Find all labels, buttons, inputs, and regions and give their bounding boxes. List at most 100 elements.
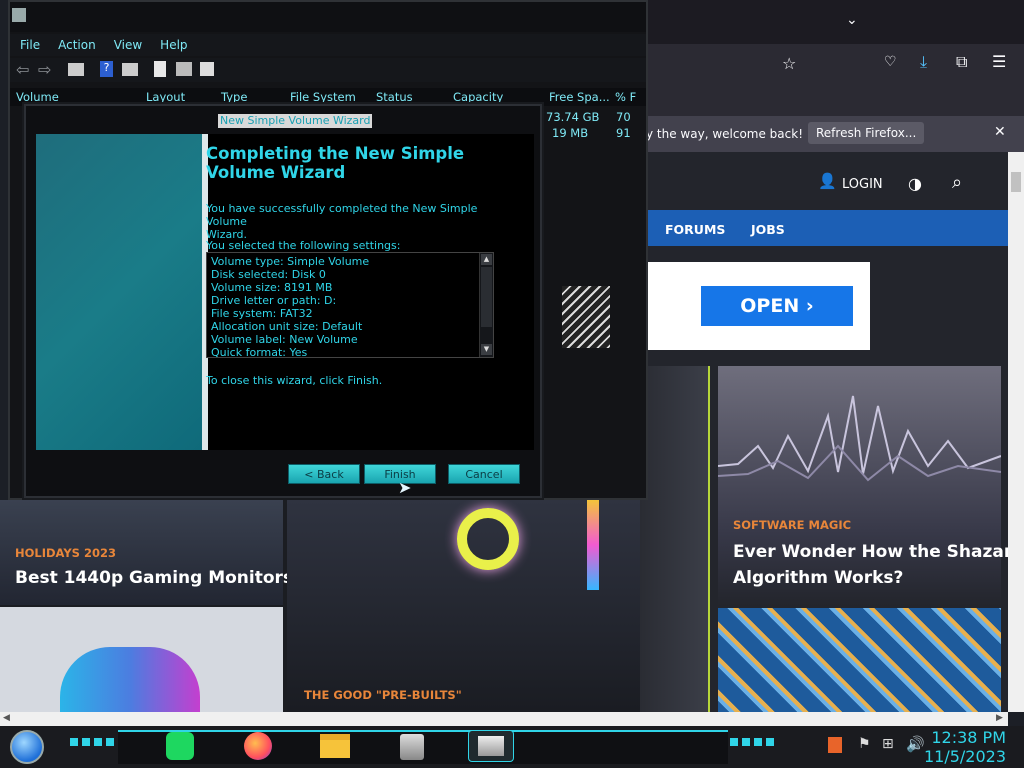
close-notification-icon[interactable]: ✕ (994, 124, 1006, 140)
site-header: 👤 LOGIN ◑ ⌕ (640, 152, 1008, 210)
refresh-firefox-button[interactable]: Refresh Firefox... (808, 122, 925, 144)
forward-arrow-icon[interactable]: ⇨ (38, 60, 51, 79)
scroll-up-icon[interactable]: ▲ (481, 254, 492, 265)
cancel-button[interactable]: Cancel (448, 464, 520, 484)
success-line1: You have successfully completed the New … (206, 202, 478, 228)
settings-summary-box[interactable]: Volume type: Simple Volume Disk selected… (206, 252, 494, 358)
setting-line: Volume label: New Volume (211, 333, 358, 346)
desktop: { "disk_mgmt": { "menu": ["File", "Actio… (0, 0, 1024, 768)
article-card[interactable]: SOFTWARE MAGIC Ever Wonder How the Shaza… (718, 366, 1008, 606)
col-layout[interactable]: Layout (146, 90, 185, 104)
wizard-title: New Simple Volume Wizard (218, 114, 373, 128)
article-tag: HOLIDAYS 2023 (15, 546, 116, 560)
tray-app-icon[interactable] (828, 737, 842, 753)
back-button[interactable]: < Back (288, 464, 360, 484)
volume-icon[interactable]: 🔊 (906, 735, 925, 753)
wizard-banner-image (36, 134, 202, 450)
console-tree-icon[interactable] (68, 63, 84, 76)
list-all-tabs-icon[interactable]: ⌄ (846, 12, 858, 28)
downloads-icon[interactable]: ⤓ (920, 52, 927, 72)
menu-icon[interactable]: ☰ (992, 52, 1006, 71)
site-nav: FORUMS JOBS (640, 210, 1008, 246)
firefox-icon[interactable] (236, 730, 282, 762)
close-instruction: To close this wizard, click Finish. (206, 374, 383, 387)
horizontal-scrollbar[interactable]: ◀ ▶ (0, 712, 1008, 726)
quick-launch-decor (70, 738, 114, 746)
col-volume[interactable]: Volume (16, 90, 59, 104)
login-link[interactable]: LOGIN (842, 177, 883, 192)
menu-help[interactable]: Help (160, 38, 187, 52)
ad-open-button[interactable]: OPEN › (701, 286, 853, 326)
menu-action[interactable]: Action (58, 38, 96, 52)
wizard-heading: Completing the New Simple Volume Wizard (206, 144, 506, 182)
theme-toggle-icon[interactable]: ◑ (908, 174, 922, 193)
article-tag: THE GOOD "PRE-BUILTS" (304, 688, 462, 702)
heading-line1: Completing the New Simple (206, 144, 465, 163)
scroll-down-icon[interactable]: ▼ (481, 344, 492, 355)
article-title[interactable]: Ever Wonder How the Shazam (733, 542, 1008, 562)
notification-text: y the way, welcome back! (646, 127, 804, 141)
network-icon[interactable]: ⊞ (882, 736, 894, 752)
properties-icon[interactable] (122, 63, 138, 76)
start-button[interactable] (10, 730, 44, 764)
col-type[interactable]: Type (221, 90, 247, 104)
fan-ring (457, 508, 519, 570)
firefox-tab-strip: ⌄ (640, 0, 1024, 44)
article-title-line2[interactable]: Algorithm Works? (733, 568, 903, 588)
export-icon[interactable] (176, 62, 192, 76)
file-explorer-icon[interactable] (312, 730, 358, 762)
scroll-right-icon[interactable]: ▶ (996, 713, 1003, 723)
col-free-space[interactable]: Free Spa... (549, 90, 610, 104)
scroll-left-icon[interactable]: ◀ (3, 713, 10, 723)
search-icon[interactable]: ⌕ (952, 172, 962, 193)
setting-line: Allocation unit size: Default (211, 320, 363, 333)
app-icon (12, 8, 26, 22)
setting-line: Volume type: Simple Volume (211, 255, 370, 268)
spotify-icon[interactable] (158, 730, 204, 762)
nav-jobs[interactable]: JOBS (751, 222, 785, 237)
action-center-flag-icon[interactable]: ⚑ (858, 736, 871, 752)
new-simple-volume-wizard: New Simple Volume Wizard Completing the … (24, 104, 542, 498)
pocket-icon[interactable]: ♡ (884, 54, 897, 70)
pc-build-image[interactable]: THE GOOD "PRE-BUILTS" (287, 500, 640, 712)
system-tray: ⚑ ⊞ 🔊 (824, 734, 928, 758)
extensions-icon[interactable]: ⧉ (956, 52, 967, 72)
notification-bar: y the way, welcome back! Refresh Firefox… (640, 116, 1024, 152)
col-capacity[interactable]: Capacity (453, 90, 503, 104)
rescan-icon[interactable] (200, 62, 214, 76)
setting-line: Drive letter or path: D: (211, 294, 337, 307)
settings-scrollbar[interactable]: ▲ ▼ (479, 253, 493, 357)
menu-file[interactable]: File (20, 38, 40, 52)
refresh-icon[interactable] (154, 61, 166, 77)
menu-view[interactable]: View (114, 38, 142, 52)
settings-list: Volume type: Simple Volume Disk selected… (211, 255, 370, 358)
user-icon: 👤 (818, 172, 837, 190)
scroll-thumb[interactable] (1011, 172, 1021, 192)
scrollbar-thumb[interactable] (481, 267, 492, 327)
col-status[interactable]: Status (376, 90, 413, 104)
unallocated-partition[interactable] (562, 286, 610, 348)
selected-settings-label: You selected the following settings: (206, 239, 401, 252)
col-percent-free[interactable]: % F (615, 90, 636, 104)
nav-forums[interactable]: FORUMS (665, 222, 725, 237)
back-arrow-icon[interactable]: ⇦ (16, 60, 29, 79)
waveform-image (718, 395, 1001, 482)
title-bar (10, 2, 646, 32)
success-text: You have successfully completed the New … (206, 202, 506, 241)
taskbar-decor (730, 738, 774, 746)
bookmark-star-icon[interactable]: ☆ (782, 54, 796, 73)
copilot-image[interactable] (0, 607, 283, 717)
setting-line: Quick format: Yes (211, 346, 308, 358)
article-image[interactable] (718, 608, 1001, 712)
installer-icon[interactable] (390, 730, 436, 762)
clock-time: 12:38 PM (931, 728, 1006, 747)
mouse-cursor-icon: ➤ (398, 478, 412, 497)
help-icon[interactable]: ? (100, 61, 113, 77)
clock[interactable]: 12:38 PM 11/5/2023 (924, 728, 1006, 766)
col-file-system[interactable]: File System (290, 90, 356, 104)
page-scrollbar[interactable] (1008, 152, 1024, 712)
article-card-monitors[interactable]: HOLIDAYS 2023 Best 1440p Gaming Monitors (0, 500, 293, 605)
article-title[interactable]: Best 1440p Gaming Monitors (15, 568, 293, 588)
setting-line: Disk selected: Disk 0 (211, 268, 326, 281)
disk-management-icon[interactable] (468, 730, 514, 762)
